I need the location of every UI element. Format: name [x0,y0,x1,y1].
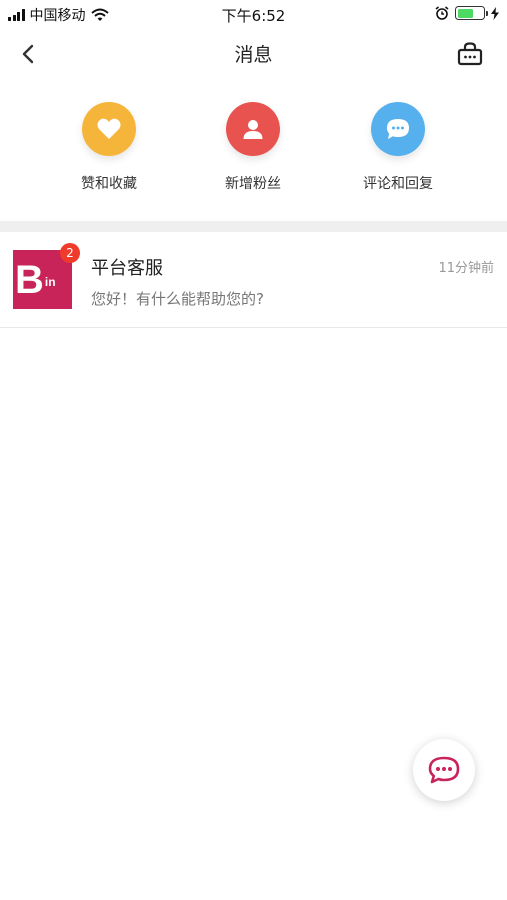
battery-icon [455,6,488,20]
category-new-followers[interactable]: 新增粉丝 [198,102,308,193]
chat-icon [428,756,460,784]
charging-icon [491,6,499,20]
category-likes-favorites[interactable]: 赞和收藏 [54,102,164,193]
alarm-icon [435,6,449,20]
category-comments-replies[interactable]: 评论和回复 [343,102,453,193]
message-title: 平台客服 [91,258,163,279]
shopping-bag-icon [457,42,483,66]
section-divider [0,221,507,232]
category-label: 评论和回复 [363,176,433,192]
category-row: 赞和收藏 新增粉丝 评论和回复 [0,96,507,206]
person-icon [226,102,280,156]
status-time: 下午6:52 [221,7,286,25]
message-time: 11分钟前 [438,261,494,276]
category-label: 新增粉丝 [225,176,281,192]
shopping-bag-button[interactable] [455,39,485,69]
avatar-logo-sub: in [44,274,56,289]
unread-badge: 2 [60,243,80,263]
avatar-logo-letter: B [15,257,44,302]
category-label: 赞和收藏 [81,176,137,192]
list-item[interactable]: B in 2 平台客服 11分钟前 您好！有什么能帮助您的? [0,232,507,328]
chat-bubble-icon [371,102,425,156]
heart-icon [82,102,136,156]
status-right [435,6,499,20]
floating-chat-button[interactable] [413,739,475,801]
status-bar: 中国移动 下午6:52 [0,0,507,28]
message-preview: 您好！有什么能帮助您的? [91,290,264,308]
page-title: 消息 [234,44,273,66]
nav-bar: 消息 [0,28,507,80]
